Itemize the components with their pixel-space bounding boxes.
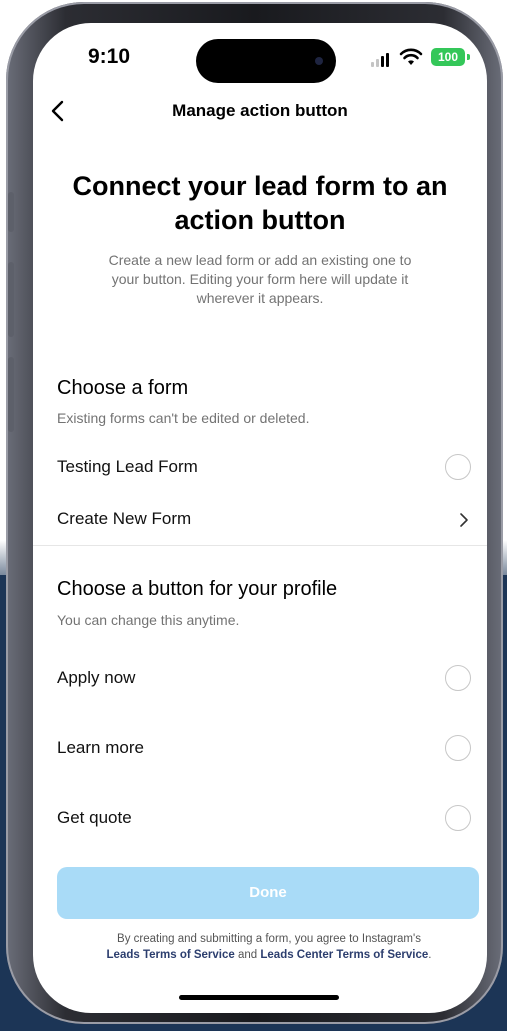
terms-links-line: Leads Terms of Service and Leads Center … xyxy=(59,947,479,963)
button-option-apply-now[interactable]: Apply now xyxy=(33,656,487,702)
hero-desc-line-1: Create a new lead form or add an existin… xyxy=(108,252,412,268)
home-indicator[interactable] xyxy=(179,995,339,1000)
hero-desc-line-2: your button. Editing your form here will… xyxy=(111,271,409,287)
form-option-testing-lead-form[interactable]: Testing Lead Form xyxy=(33,445,487,491)
leads-center-terms-link[interactable]: Leads Center Terms of Service xyxy=(260,949,428,961)
phone-volume-up xyxy=(8,262,14,337)
choose-button-subtitle: You can change this anytime. xyxy=(57,612,240,628)
terms-prefix: By creating and submitting a form, you a… xyxy=(117,933,421,945)
form-option-label: Testing Lead Form xyxy=(57,457,198,476)
terms-suffix: . xyxy=(428,949,432,961)
done-button[interactable]: Done xyxy=(57,867,479,919)
terms-and: and xyxy=(234,949,261,961)
battery-icon: 100 xyxy=(431,48,465,66)
radio-button[interactable] xyxy=(445,454,471,480)
wifi-icon xyxy=(399,48,423,65)
button-option-label: Apply now xyxy=(57,668,136,687)
radio-button[interactable] xyxy=(445,665,471,691)
hero-title: Connect your lead form to an action butt… xyxy=(63,169,457,237)
phone-frame: 9:10 100 Manage action button Connect yo… xyxy=(6,2,503,1024)
button-option-learn-more[interactable]: Learn more xyxy=(33,726,487,772)
camera-dot xyxy=(315,57,323,65)
button-option-get-quote[interactable]: Get quote xyxy=(33,796,487,842)
screen: 9:10 100 Manage action button Connect yo… xyxy=(33,23,487,1013)
button-option-label: Learn more xyxy=(57,738,144,757)
phone-action-button xyxy=(8,192,14,232)
battery-cap xyxy=(467,54,470,60)
choose-button-title: Choose a button for your profile xyxy=(57,578,338,600)
terms-text: By creating and submitting a form, you a… xyxy=(59,931,479,963)
hero-description: Create a new lead form or add an existin… xyxy=(73,251,447,308)
leads-terms-link[interactable]: Leads Terms of Service xyxy=(107,949,235,961)
status-time: 9:10 xyxy=(88,45,131,68)
phone-volume-down xyxy=(8,357,14,432)
button-option-label: Get quote xyxy=(57,808,132,827)
hero-desc-line-3: wherever it appears. xyxy=(196,290,324,306)
dynamic-island xyxy=(196,39,336,83)
create-new-form-label: Create New Form xyxy=(57,509,192,528)
radio-button[interactable] xyxy=(445,735,471,761)
signal-icon xyxy=(371,51,393,67)
create-new-form-row[interactable]: Create New Form xyxy=(33,497,487,543)
radio-button[interactable] xyxy=(445,805,471,831)
chevron-right-icon xyxy=(460,513,468,527)
choose-form-title: Choose a form xyxy=(57,377,189,399)
hero-title-line-1: Connect your lead form to an xyxy=(72,171,448,201)
choose-form-subtitle: Existing forms can't be edited or delete… xyxy=(57,410,310,426)
hero-title-line-2: action button xyxy=(174,205,346,235)
section-divider xyxy=(33,545,487,546)
page-title: Manage action button xyxy=(172,101,348,120)
